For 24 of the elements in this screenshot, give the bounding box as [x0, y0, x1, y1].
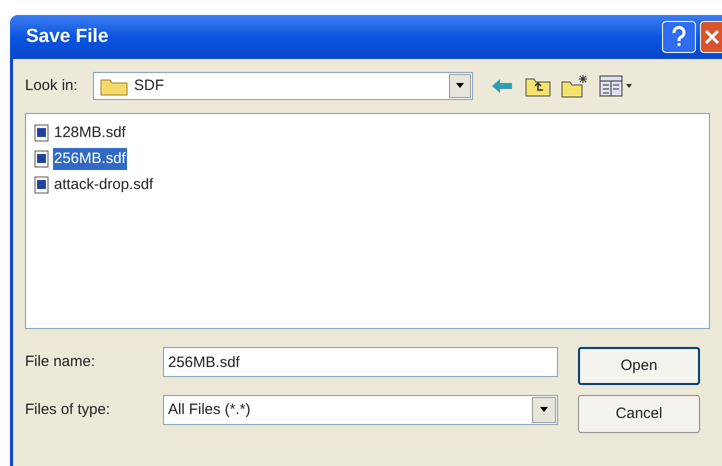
- file-item[interactable]: 128MB.sdf: [34, 122, 701, 144]
- file-item[interactable]: 256MB.sdf: [34, 148, 701, 170]
- open-button[interactable]: Open: [578, 347, 700, 385]
- file-icon: [34, 150, 50, 168]
- look-in-dropdown[interactable]: SDF: [93, 72, 473, 100]
- cancel-button[interactable]: Cancel: [578, 395, 700, 433]
- caret-icon: [539, 407, 549, 413]
- back-arrow-icon[interactable]: [491, 78, 513, 94]
- window-title: Save File: [26, 24, 110, 49]
- file-type-dropdown[interactable]: All Files (*.*): [163, 395, 558, 425]
- new-folder-icon[interactable]: [561, 74, 589, 98]
- look-in-label: Look in:: [25, 76, 79, 96]
- view-menu-icon[interactable]: [599, 75, 633, 97]
- help-icon: [671, 26, 687, 48]
- file-icon: [34, 124, 50, 142]
- file-item[interactable]: attack-drop.sdf: [34, 174, 701, 196]
- close-icon: [704, 29, 720, 45]
- file-name-label: File name:: [25, 352, 96, 372]
- file-icon: [34, 176, 50, 194]
- help-button[interactable]: [662, 21, 696, 53]
- close-button[interactable]: [700, 21, 722, 53]
- file-name-field[interactable]: 256MB.sdf: [163, 347, 558, 377]
- caret-icon: [455, 83, 465, 89]
- file-type-label: Files of type:: [25, 400, 112, 420]
